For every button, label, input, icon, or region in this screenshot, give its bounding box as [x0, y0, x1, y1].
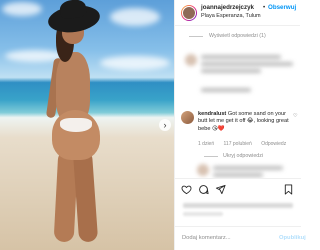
cloud	[100, 56, 170, 70]
heart-icon[interactable]	[181, 184, 192, 195]
post-side-panel: joannajedrzejczyk • Obserwuj Playa Esper…	[174, 0, 306, 250]
blurred-comment-meta	[185, 86, 295, 100]
username-link[interactable]: joannajedrzejczyk	[201, 4, 254, 11]
avatar[interactable]	[181, 5, 197, 21]
post-header: joannajedrzejczyk • Obserwuj Playa Esper…	[175, 0, 300, 26]
blurred-comment	[185, 54, 295, 84]
add-comment-bar: Dodaj komentarz... Opublikuj	[175, 226, 306, 250]
avatar[interactable]	[181, 111, 194, 124]
cloud	[110, 8, 160, 26]
chevron-right-icon[interactable]: ›	[159, 119, 171, 131]
post-comment-button[interactable]: Opublikuj	[279, 235, 306, 241]
bookmark-icon[interactable]	[283, 184, 294, 195]
comment-likes[interactable]: 117 polubień	[224, 141, 252, 147]
person-figure	[72, 149, 99, 243]
comment-meta: 1 dzień 117 polubień Odpowiedz	[198, 141, 294, 147]
location-link[interactable]: Playa Esperanza, Tulum	[201, 13, 261, 19]
share-icon[interactable]	[215, 184, 226, 195]
comment-input[interactable]: Dodaj komentarz...	[182, 235, 231, 241]
post-photo[interactable]: ›	[0, 0, 174, 250]
hide-replies-button[interactable]: Ukryj odpowiedzi	[223, 153, 263, 159]
thread-line	[189, 36, 203, 37]
separator-dot: •	[263, 4, 266, 11]
view-replies-button[interactable]: Wyświetl odpowiedzi (1)	[209, 33, 266, 39]
person-figure	[60, 118, 92, 132]
comment-age: 1 dzień	[198, 141, 215, 147]
action-bar	[175, 178, 301, 198]
reply-button[interactable]: Odpowiedz	[261, 141, 286, 147]
cloud	[2, 2, 42, 16]
post-date	[183, 212, 223, 216]
likes-count[interactable]	[183, 203, 293, 208]
comment-icon[interactable]	[198, 184, 209, 195]
thread-line	[204, 156, 218, 157]
comments-list[interactable]: Wyświetl odpowiedzi (1) kendralust Got s…	[175, 26, 301, 178]
comment-username[interactable]: kendralust	[198, 111, 226, 117]
heart-icon[interactable]: ♡	[293, 113, 297, 119]
follow-button[interactable]: Obserwuj	[268, 4, 296, 11]
